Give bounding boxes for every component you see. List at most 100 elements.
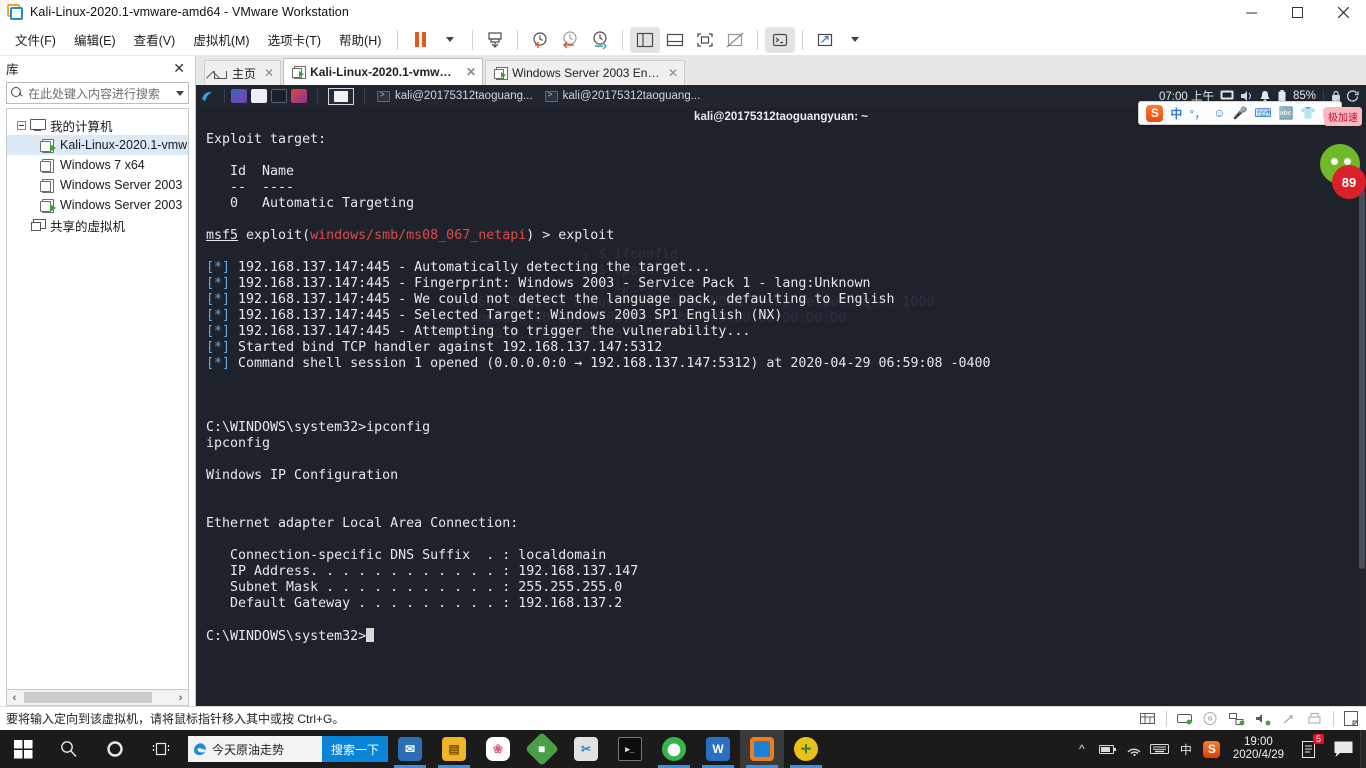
revert-snapshot-button[interactable]	[555, 27, 585, 53]
expander-icon[interactable]	[17, 120, 26, 130]
keyboard-icon[interactable]: ⌨	[1254, 106, 1271, 120]
microphone-icon[interactable]: 🎤	[1232, 106, 1247, 120]
printer-icon[interactable]	[1307, 712, 1323, 726]
taskbar-app-wps[interactable]: W	[696, 730, 740, 768]
score-badge[interactable]: 89	[1332, 165, 1366, 199]
scrollbar-thumb[interactable]	[24, 692, 152, 703]
tree-vm-win7[interactable]: Windows 7 x64	[7, 155, 188, 175]
panel-app-files[interactable]	[231, 89, 247, 103]
panel-window-term1[interactable]: kali@20175312taoguang...	[371, 87, 539, 105]
tab-close-icon[interactable]: ✕	[668, 66, 678, 80]
taskbar-app-thunder[interactable]: ⬤	[652, 730, 696, 768]
menu-tabs[interactable]: 选项卡(T)	[259, 26, 330, 53]
menu-help[interactable]: 帮助(H)	[330, 26, 390, 53]
tray-chevron-up-icon[interactable]: ^	[1069, 730, 1095, 768]
sogou-ime-toolbar[interactable]: S 中 °， ☺ 🎤 ⌨ 🔤 👕 ▦	[1138, 101, 1342, 125]
ime-punctuation-icon[interactable]: °，	[1189, 105, 1206, 122]
tab-home[interactable]: 主页 ✕	[204, 60, 282, 85]
task-view-button[interactable]	[138, 730, 184, 768]
ime-chinese-mode-icon[interactable]: 中	[1170, 105, 1182, 122]
show-thumbnail-bar-button[interactable]	[660, 27, 690, 53]
pause-button[interactable]	[405, 27, 435, 53]
library-search-input[interactable]: 在此处键入内容进行搜索	[24, 85, 176, 102]
network-icon[interactable]	[1229, 712, 1245, 726]
tab-close-icon[interactable]: ✕	[264, 66, 274, 80]
library-close-button[interactable]: ✕	[169, 60, 189, 77]
stretch-dropdown-button[interactable]	[840, 27, 870, 53]
tree-vm-kali[interactable]: Kali-Linux-2020.1-vmw	[7, 135, 188, 155]
tab-ws2003[interactable]: Windows Server 2003 Enterpr... ✕	[485, 60, 686, 85]
tab-kali[interactable]: Kali-Linux-2020.1-vmwar... ✕	[283, 58, 484, 85]
menu-file[interactable]: 文件(F)	[6, 26, 65, 53]
taskbar-app-360[interactable]: ✛	[784, 730, 828, 768]
menu-edit[interactable]: 编辑(E)	[65, 26, 125, 53]
tree-vm-ws2003-a[interactable]: Windows Server 2003	[7, 175, 188, 195]
emoji-icon[interactable]: ☺	[1213, 106, 1225, 120]
stretch-guest-button[interactable]	[810, 27, 840, 53]
kali-menu-button[interactable]	[196, 89, 218, 103]
enter-fullscreen-button[interactable]	[690, 27, 720, 53]
taskbar-app-explorer[interactable]: ▤	[432, 730, 476, 768]
snapshot-button[interactable]	[480, 27, 510, 53]
guest-screen[interactable]: kali@20175312taoguang... kali@20175312ta…	[196, 85, 1366, 706]
ime-mode-icon[interactable]: 中	[1173, 730, 1199, 768]
menu-vm[interactable]: 虚拟机(M)	[184, 26, 258, 53]
sogou-tray-icon[interactable]: S	[1199, 730, 1225, 768]
battery-icon[interactable]	[1095, 730, 1121, 768]
terminal-scrollbar[interactable]	[1358, 129, 1366, 706]
terminal-output[interactable]: Exploit target: Id Name -- ---- 0 Automa…	[196, 126, 1366, 706]
taskbar-clock[interactable]: 19:00 2020/4/29	[1225, 736, 1292, 762]
minimize-button[interactable]	[1228, 0, 1274, 24]
terminal-window[interactable]: kali@20175312taoguangyuan: ~ — ▢ ✕ ┐ $ i…	[196, 107, 1366, 706]
taskbar-search-button[interactable]	[46, 730, 92, 768]
wifi-icon[interactable]	[1121, 730, 1147, 768]
taskbar-app-mailmaster[interactable]: ✉	[388, 730, 432, 768]
search-widget-button[interactable]: 搜索一下	[322, 736, 389, 762]
close-button[interactable]	[1320, 0, 1366, 24]
tree-vm-ws2003-b[interactable]: Windows Server 2003	[7, 195, 188, 215]
snapshot-manager-button[interactable]	[585, 27, 615, 53]
promo-speech-bubble[interactable]: 极加速	[1324, 107, 1362, 126]
start-button[interactable]	[0, 730, 46, 768]
notification-button[interactable]: 5	[1292, 730, 1326, 768]
library-search[interactable]: 在此处键入内容进行搜索	[6, 82, 189, 104]
sound-icon[interactable]	[1255, 712, 1271, 726]
skin-icon[interactable]: 👕	[1301, 106, 1316, 120]
panel-app-filemanager[interactable]	[251, 89, 267, 103]
menu-view[interactable]: 查看(V)	[125, 26, 185, 53]
taskbar-app-vmware[interactable]	[740, 730, 785, 768]
note-icon[interactable]	[1344, 711, 1358, 726]
taskbar-app-sublime[interactable]: ◆	[520, 730, 564, 768]
taskbar-app-xmind[interactable]: ❀	[476, 730, 520, 768]
library-horizontal-scrollbar[interactable]: ‹ ›	[6, 689, 189, 706]
power-dropdown-button[interactable]	[435, 27, 465, 53]
keyboard-icon[interactable]	[1147, 730, 1173, 768]
tree-my-computer[interactable]: 我的计算机	[7, 115, 188, 135]
taskbar-app-snipaste[interactable]: ✂	[564, 730, 608, 768]
panel-app-burp[interactable]	[291, 89, 307, 103]
handwriting-icon[interactable]: 🔤	[1279, 106, 1294, 120]
sogou-logo-icon[interactable]: S	[1146, 104, 1164, 122]
usb-icon[interactable]	[1281, 712, 1297, 726]
show-desktop-button[interactable]	[1360, 730, 1366, 768]
maximize-button[interactable]	[1274, 0, 1320, 24]
panel-window-term2[interactable]: kali@20175312taoguang...	[539, 87, 707, 105]
taskbar-app-cmd[interactable]: ▸_	[608, 730, 652, 768]
power-icon[interactable]	[1347, 90, 1359, 102]
take-snapshot-button[interactable]	[525, 27, 555, 53]
hdd-icon[interactable]	[1177, 712, 1193, 726]
scrollbar-thumb[interactable]	[1359, 189, 1365, 569]
tab-close-icon[interactable]: ✕	[466, 65, 476, 79]
search-widget[interactable]: 今天原油走势	[188, 736, 322, 762]
grid-icon[interactable]	[1140, 712, 1156, 726]
action-center-button[interactable]	[1326, 730, 1360, 768]
show-library-button[interactable]	[630, 26, 661, 53]
search-chevron-down-icon[interactable]	[176, 90, 184, 96]
console-view-button[interactable]	[765, 26, 796, 53]
cd-icon[interactable]	[1203, 711, 1219, 726]
tree-shared-vms[interactable]: 共享的虚拟机	[7, 215, 188, 235]
scroll-left-arrow-icon[interactable]: ‹	[7, 692, 22, 704]
panel-app-terminal[interactable]	[271, 89, 287, 103]
scroll-right-arrow-icon[interactable]: ›	[173, 692, 188, 704]
search-widget-text[interactable]: 今天原油走势	[208, 741, 318, 758]
